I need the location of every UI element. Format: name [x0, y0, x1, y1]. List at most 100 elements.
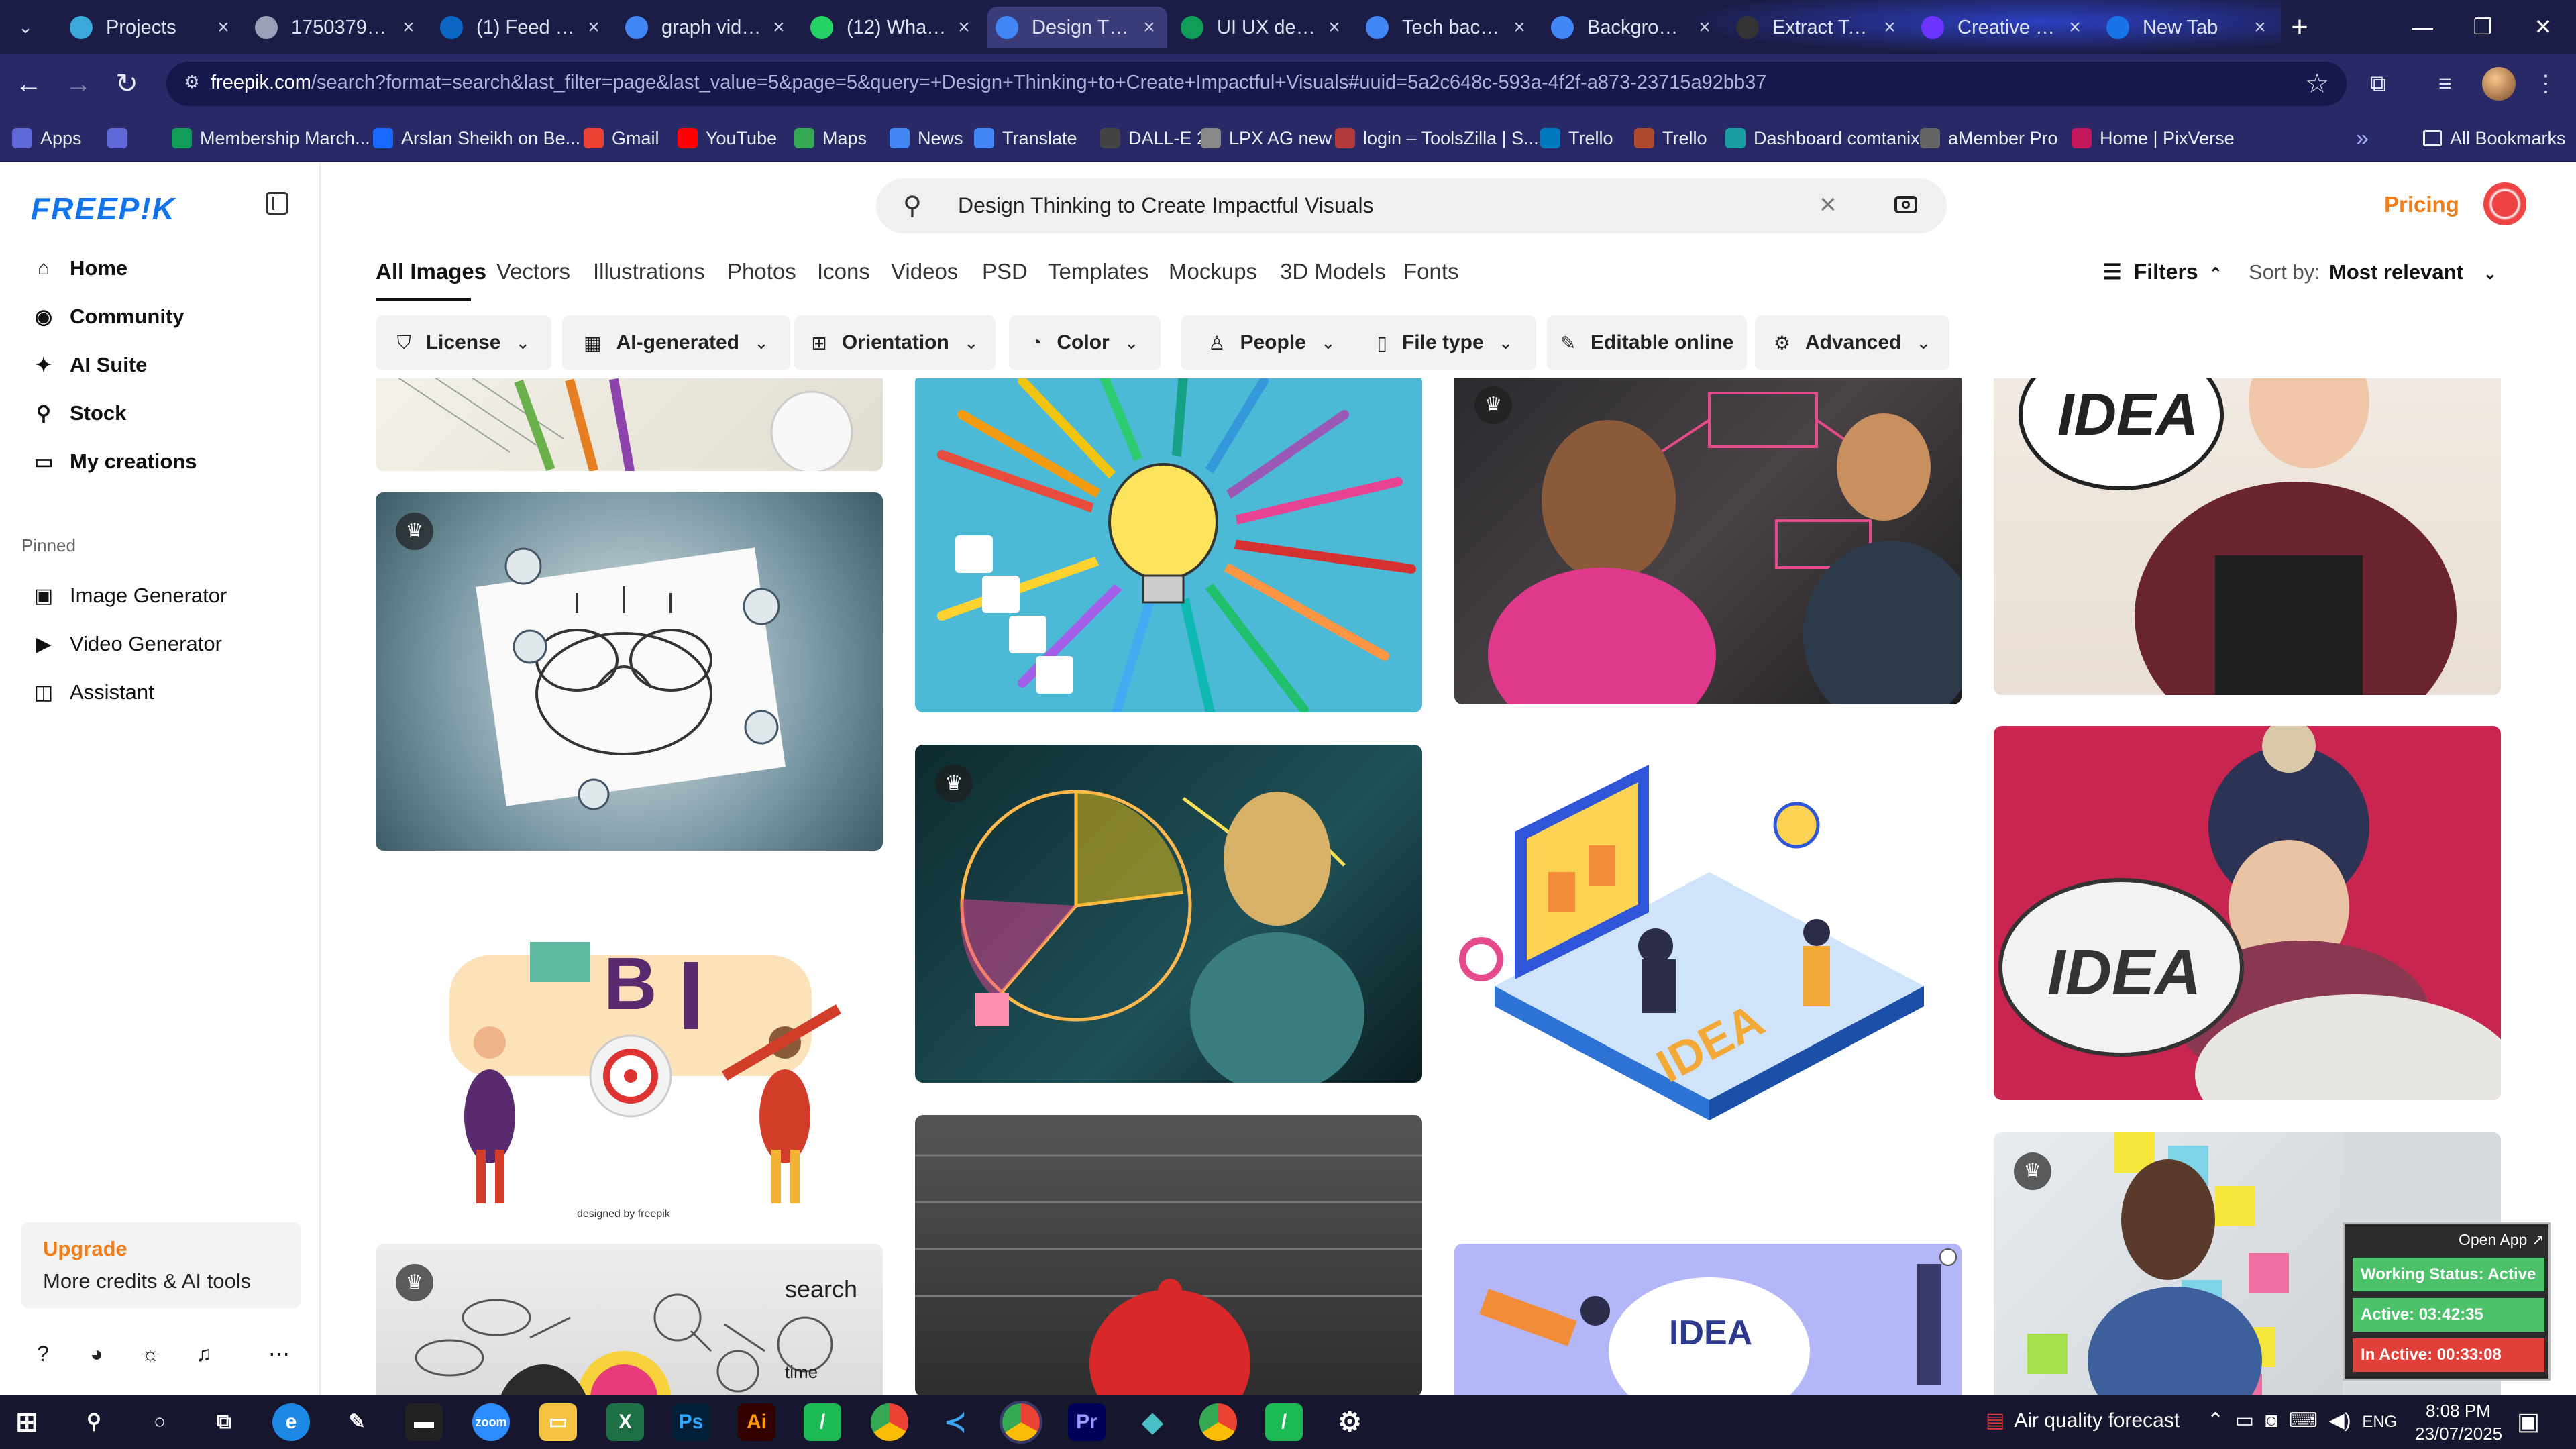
type-tab-illustrations[interactable]: Illustrations	[593, 259, 705, 284]
tab-close-icon[interactable]: ×	[1509, 16, 1529, 39]
type-tab-all-images[interactable]: All Images	[376, 259, 486, 284]
image-card[interactable]	[376, 378, 883, 471]
browser-tab[interactable]: New Tab ×	[2098, 7, 2278, 48]
browser-tab[interactable]: UI UX design ×	[1173, 7, 1352, 48]
tab-close-icon[interactable]: ×	[2250, 16, 2270, 39]
browser-tab[interactable]: Design Think ×	[987, 7, 1167, 48]
notifications-bell-icon[interactable]: ♫	[191, 1340, 217, 1367]
bookmark-item[interactable]: Dashboard comtanix	[1725, 123, 1920, 153]
sidebar-toggle-icon[interactable]	[266, 192, 288, 215]
type-tab-3d-models[interactable]: 3D Models	[1280, 259, 1386, 284]
filters-toggle[interactable]: ☰ Filters ⌃	[2102, 259, 2222, 284]
pricing-link[interactable]: Pricing	[2384, 192, 2459, 217]
illustrator-icon[interactable]: Ai	[738, 1403, 775, 1441]
bookmark-item[interactable]: Maps	[794, 123, 867, 153]
bookmark-item[interactable]: Trello	[1634, 123, 1707, 153]
theme-sun-icon[interactable]: ☼	[137, 1340, 164, 1367]
tab-search-button[interactable]: ⌄	[12, 13, 39, 40]
tab-close-icon[interactable]: ×	[1139, 16, 1159, 39]
edge-icon[interactable]: e	[272, 1403, 310, 1441]
tab-close-icon[interactable]: ×	[398, 16, 419, 39]
tracker-app-2-icon[interactable]: /	[1265, 1403, 1303, 1441]
browser-tab[interactable]: Projects ×	[62, 7, 241, 48]
url-bar[interactable]: ⚙ freepik.com/search?format=search&last_…	[166, 62, 2347, 106]
vscode-icon[interactable]: ≺	[936, 1403, 974, 1441]
task-view-icon[interactable]: ⧉	[205, 1403, 243, 1441]
language-indicator[interactable]: ENG	[2362, 1413, 2397, 1431]
bookmark-item[interactable]: Trello	[1540, 123, 1613, 153]
user-avatar[interactable]	[2483, 182, 2526, 225]
media-controls-icon[interactable]: ≡	[2428, 67, 2462, 101]
pinned-item-image-generator[interactable]: ▣ Image Generator	[32, 577, 227, 614]
zoom-icon[interactable]: zoom	[472, 1403, 510, 1441]
all-bookmarks-folder[interactable]: All Bookmarks	[2423, 123, 2566, 153]
pen-tool-icon[interactable]: ✎	[338, 1403, 376, 1441]
image-card[interactable]: B designed by freepik	[376, 875, 883, 1224]
filter-chip-license[interactable]: ⛉ License ⌄	[376, 315, 551, 370]
browser-tab[interactable]: (1) Feed | Lin ×	[432, 7, 612, 48]
type-tab-icons[interactable]: Icons	[817, 259, 870, 284]
browser-tab[interactable]: Creative Des ×	[1913, 7, 2093, 48]
filter-chip-ai-generated[interactable]: ▦ AI-generated ⌄	[562, 315, 790, 370]
help-icon[interactable]: ?	[30, 1340, 56, 1367]
image-card[interactable]: ♛	[1454, 378, 1962, 704]
filter-chip-orientation[interactable]: ⊞ Orientation ⌄	[794, 315, 996, 370]
bookmarks-overflow-chevron-icon[interactable]: »	[2356, 123, 2369, 153]
tab-close-icon[interactable]: ×	[1324, 16, 1344, 39]
extension-icon[interactable]: ⧉	[2361, 67, 2395, 101]
site-info-icon[interactable]: ⚙	[180, 72, 204, 96]
open-app-link[interactable]: Open App ↗	[2459, 1231, 2544, 1249]
chrome-icon[interactable]	[871, 1403, 908, 1441]
weather-widget[interactable]: ▤ Air quality forecast	[1986, 1409, 2180, 1432]
browser-tab[interactable]: 1750379446 ×	[247, 7, 427, 48]
discord-icon[interactable]: ◕	[83, 1340, 110, 1367]
tab-close-icon[interactable]: ×	[2065, 16, 2085, 39]
clock-time[interactable]: 8:08 PM	[2426, 1401, 2491, 1421]
windows-start-icon[interactable]: ⊞	[8, 1403, 46, 1441]
search-icon[interactable]: ⚲	[75, 1403, 113, 1441]
forward-button[interactable]: →	[62, 67, 95, 101]
type-tab-mockups[interactable]: Mockups	[1169, 259, 1257, 284]
filter-chip-color[interactable]: ◔ Color ⌄	[1009, 315, 1161, 370]
excel-icon[interactable]: X	[606, 1403, 644, 1441]
image-card[interactable]: IDEA	[1994, 726, 2501, 1100]
type-tab-psd[interactable]: PSD	[982, 259, 1028, 284]
tab-close-icon[interactable]: ×	[213, 16, 233, 39]
chrome-active-icon[interactable]	[1000, 1401, 1042, 1444]
tab-close-icon[interactable]: ×	[954, 16, 974, 39]
tab-close-icon[interactable]: ×	[1695, 16, 1715, 39]
type-tab-fonts[interactable]: Fonts	[1403, 259, 1459, 284]
bookmark-item[interactable]: Translate	[974, 123, 1077, 153]
reload-button[interactable]: ↻	[110, 67, 144, 101]
photoshop-icon[interactable]: Ps	[672, 1403, 710, 1441]
type-tab-videos[interactable]: Videos	[891, 259, 958, 284]
type-tab-templates[interactable]: Templates	[1048, 259, 1148, 284]
tab-close-icon[interactable]: ×	[1880, 16, 1900, 39]
bookmark-item[interactable]: LPX AG new	[1201, 123, 1332, 153]
bookmark-item[interactable]: Gmail	[584, 123, 659, 153]
bookmark-item[interactable]: Membership March...	[172, 123, 370, 153]
bookmark-item[interactable]: News	[890, 123, 963, 153]
image-card[interactable]: IDEA	[1994, 378, 2501, 695]
settings-gear-icon[interactable]: ⚙	[1331, 1403, 1368, 1441]
image-card[interactable]: ♛	[915, 745, 1422, 1083]
filter-chip-editable-online[interactable]: ✎ Editable online	[1547, 315, 1747, 370]
system-tray[interactable]: ⌃ ▭ ◙ ⌨ ◀) ENG	[2207, 1409, 2397, 1432]
file-explorer-icon[interactable]: ▭	[539, 1403, 577, 1441]
image-card[interactable]: search time ♛	[376, 1244, 883, 1395]
bookmark-item[interactable]: aMember Pro	[1920, 123, 2058, 153]
filter-chip-file-type[interactable]: ▯ File type ⌄	[1354, 315, 1536, 370]
sort-by-dropdown[interactable]: Most relevant ⌄	[2329, 260, 2497, 284]
sidebar-item-my-creations[interactable]: ▭ My creations	[32, 443, 197, 480]
pinned-item-assistant[interactable]: ◫ Assistant	[32, 674, 154, 711]
image-card[interactable]: IDEA	[1454, 1244, 1962, 1395]
type-tab-vectors[interactable]: Vectors	[496, 259, 570, 284]
sidebar-item-community[interactable]: ◉ Community	[32, 298, 184, 335]
sidebar-item-ai-suite[interactable]: ✦ AI Suite	[32, 346, 147, 384]
chrome-menu-icon[interactable]: ⋮	[2529, 67, 2563, 101]
browser-tab[interactable]: graph video ×	[617, 7, 797, 48]
freepik-logo[interactable]: FREEP!K	[31, 191, 176, 227]
sidebar-item-home[interactable]: ⌂ Home	[32, 250, 127, 287]
clear-search-icon[interactable]: ×	[1819, 188, 1837, 221]
type-tab-photos[interactable]: Photos	[727, 259, 796, 284]
